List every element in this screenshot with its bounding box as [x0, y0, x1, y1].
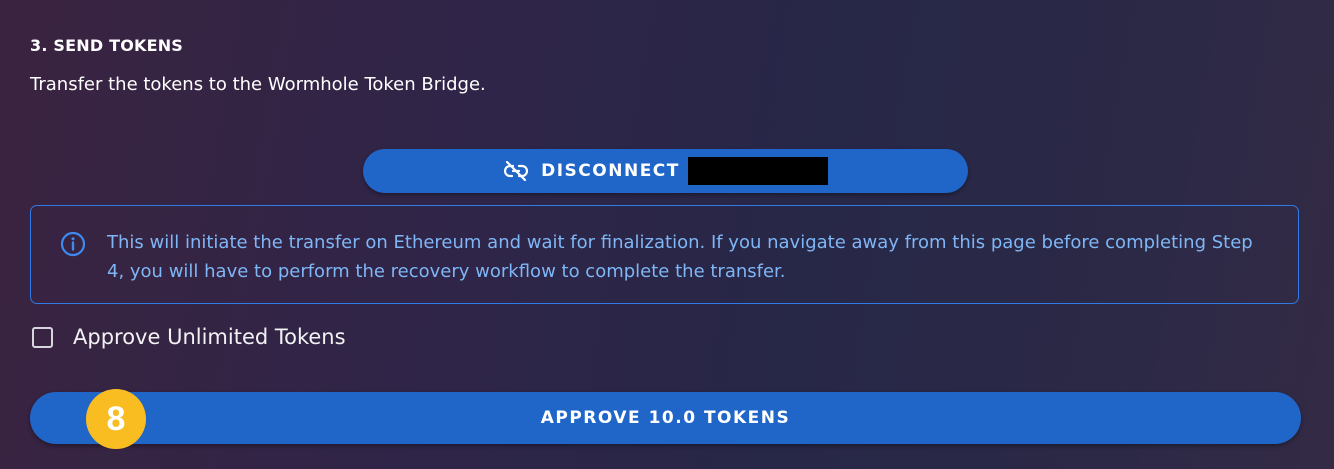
approve-tokens-button[interactable]: APPROVE 10.0 TOKENS	[30, 392, 1301, 444]
disconnect-button[interactable]: DISCONNECT	[363, 149, 968, 193]
approve-unlimited-checkbox-row[interactable]: Approve Unlimited Tokens	[30, 322, 346, 352]
redacted-wallet-address	[687, 157, 828, 185]
disconnect-label: DISCONNECT	[541, 161, 680, 181]
info-icon	[60, 231, 86, 257]
approve-unlimited-checkbox[interactable]	[32, 326, 53, 348]
step-title: 3. SEND TOKENS	[30, 36, 184, 55]
approve-unlimited-label[interactable]: Approve Unlimited Tokens	[73, 325, 346, 349]
step-description: Transfer the tokens to the Wormhole Toke…	[30, 74, 486, 95]
step-number-badge: 8	[86, 389, 146, 449]
approve-tokens-label: APPROVE 10.0 TOKENS	[540, 408, 791, 428]
info-alert-text: This will initiate the transfer on Ether…	[107, 232, 1253, 282]
info-alert: This will initiate the transfer on Ether…	[30, 205, 1299, 304]
link-off-icon	[503, 160, 529, 182]
